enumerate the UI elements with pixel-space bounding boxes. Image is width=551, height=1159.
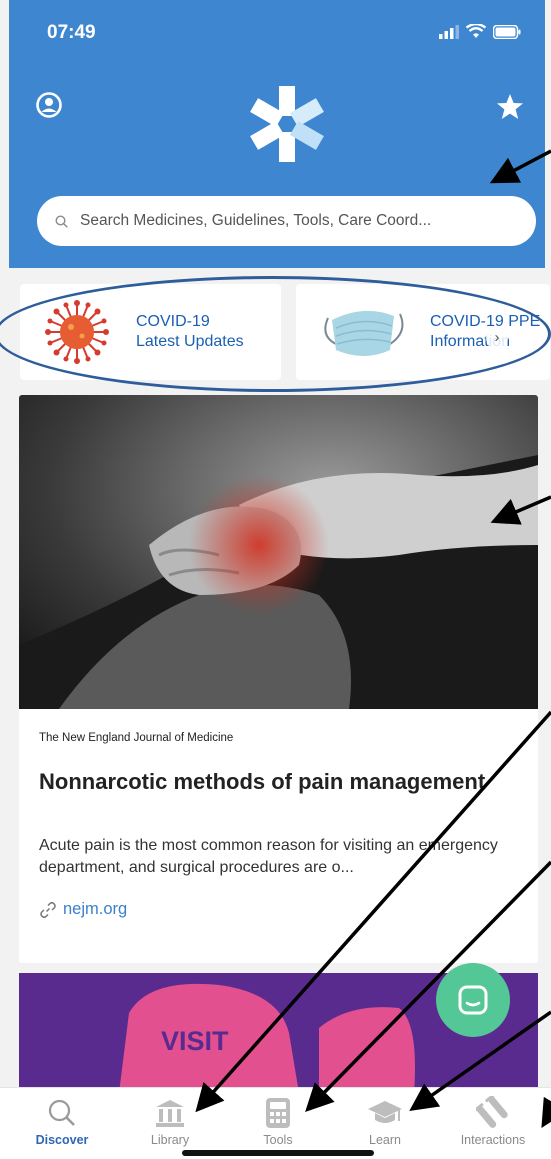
tab-discover-label: Discover [35, 1133, 89, 1147]
tab-learn-label: Learn [369, 1133, 401, 1147]
app-logo [250, 86, 324, 162]
battery-icon [493, 24, 521, 39]
graduation-cap-icon [368, 1101, 402, 1123]
profile-icon[interactable] [36, 92, 62, 118]
link-icon [40, 901, 56, 918]
tab-interactions-label: Interactions [460, 1133, 526, 1147]
tab-learn[interactable]: Learn [340, 1096, 430, 1147]
article-source: The New England Journal of Medicine [39, 732, 234, 744]
bottom-tab-bar: Discover Library Tools Learn Interaction… [0, 1087, 551, 1159]
signal-icon [439, 24, 459, 39]
chat-icon [458, 985, 488, 1015]
search-placeholder: Search Medicines, Guidelines, Tools, Car… [80, 212, 432, 229]
calculator-icon [266, 1098, 290, 1128]
tab-tools-label: Tools [263, 1133, 293, 1147]
search-bar[interactable]: Search Medicines, Guidelines, Tools, Car… [37, 196, 536, 246]
article-link-text: nejm.org [63, 900, 128, 918]
status-icons [439, 24, 521, 39]
tab-library-label: Library [150, 1133, 190, 1147]
article-image [19, 395, 538, 709]
article-card[interactable]: The New England Journal of Medicine Nonn… [19, 395, 538, 963]
tab-discover[interactable]: Discover [17, 1096, 107, 1147]
home-indicator [182, 1150, 374, 1156]
article-link[interactable]: nejm.org [39, 900, 127, 919]
search-icon [48, 1099, 75, 1126]
promo-text: VISIT [161, 1026, 229, 1056]
article-title[interactable]: Nonnarcotic methods of pain management [39, 768, 499, 796]
annotation-oval [0, 276, 551, 392]
status-time: 07:49 [47, 22, 96, 43]
article-summary: Acute pain is the most common reason for… [39, 837, 498, 876]
wifi-icon [466, 24, 486, 38]
search-icon [55, 214, 68, 228]
tab-interactions[interactable]: Interactions [448, 1096, 538, 1147]
library-icon [156, 1100, 184, 1127]
test-tubes-icon [476, 1096, 508, 1128]
tab-library[interactable]: Library [125, 1096, 215, 1147]
tab-tools[interactable]: Tools [233, 1096, 323, 1147]
star-icon[interactable] [495, 92, 525, 122]
app-header: 07:49 Search Medicines, Guidelines, Tool… [9, 0, 545, 268]
chat-button[interactable] [436, 963, 510, 1037]
